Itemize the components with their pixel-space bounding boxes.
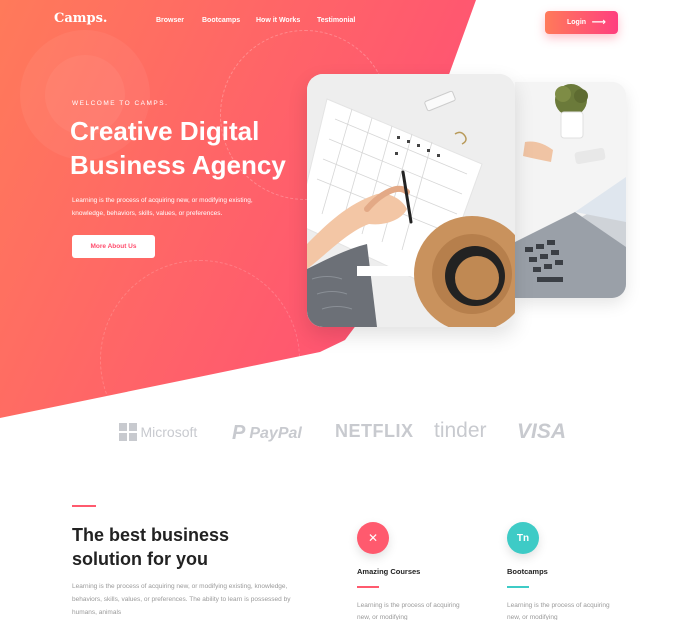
feature-description: Learning is the process of acquiring new… [357, 602, 460, 620]
tinder-logo: tinder [434, 419, 487, 442]
logo[interactable]: Camps. [54, 11, 107, 26]
arrow-right-icon: ⟶ [591, 17, 606, 28]
nav-link-browser[interactable]: Browser [156, 17, 184, 24]
login-button-label: Login [567, 19, 587, 26]
tools-icon: ✕ [357, 522, 389, 554]
hero-description: Learning is the process of acquiring new… [72, 197, 253, 217]
paypal-logo-text: PayPal [249, 424, 302, 442]
section-title: The best business solution for you [72, 525, 230, 569]
feature-description: Learning is the process of acquiring new… [507, 602, 610, 620]
brand-logos-row: Microsoft P PayPal NETFLIX tinder VISA [0, 418, 690, 448]
microsoft-logo-text: Microsoft [140, 423, 198, 440]
hero-title: Creative Digital Business Agency [70, 116, 286, 180]
section-description: Learning is the process of acquiring new… [72, 583, 291, 616]
feature-title: Amazing Courses [357, 567, 421, 576]
feature-title: Bootcamps [507, 567, 548, 576]
laptop-photo-illustration [515, 82, 626, 298]
nav-link-how-it-works[interactable]: How it Works [256, 17, 300, 24]
notebook-photo-illustration [307, 74, 515, 327]
feature-accent-line [357, 586, 379, 588]
nav-link-bootcamps[interactable]: Bootcamps [202, 17, 240, 24]
feature-accent-line [507, 586, 529, 588]
netflix-logo: NETFLIX [335, 421, 414, 441]
microsoft-logo: Microsoft [119, 423, 197, 441]
more-about-us-button[interactable]: More About Us [72, 235, 155, 258]
hero-photo-laptop [515, 82, 626, 298]
section-accent-line [72, 505, 96, 507]
paypal-p-icon: P [232, 422, 246, 444]
hero-eyebrow: WELCOME TO CAMPS. [72, 100, 169, 107]
top-navigation: Camps. Browser Bootcamps How it Works Te… [0, 0, 690, 45]
visa-logo: VISA [517, 420, 567, 443]
paypal-logo: P PayPal [232, 422, 302, 445]
feature-card-amazing-courses[interactable]: ✕ Amazing Courses Learning is the proces… [357, 522, 467, 620]
nav-link-testimonial[interactable]: Testimonial [317, 17, 355, 24]
login-button[interactable]: Login ⟶ [545, 11, 618, 34]
feature-card-bootcamps[interactable]: Tn Bootcamps Learning is the process of … [507, 522, 617, 620]
hero-photo-notebook [307, 74, 515, 327]
windows-icon [119, 423, 137, 441]
tn-icon: Tn [507, 522, 539, 554]
